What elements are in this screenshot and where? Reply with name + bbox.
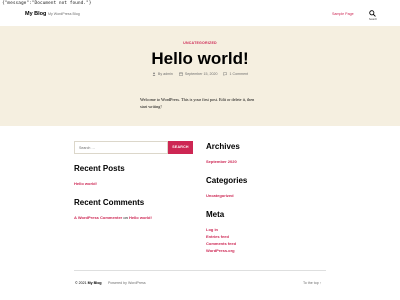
powered-by-link[interactable]: Powered by WordPress	[108, 281, 146, 285]
meta-link-wordpress-org[interactable]: WordPress.org	[206, 248, 235, 253]
post-date[interactable]: September 15, 2020	[179, 72, 218, 76]
post-author-label: By admin	[157, 72, 173, 76]
post-meta: By admin September 15, 2020 1 Comment	[0, 72, 400, 76]
footer-copyright: © 2021 My Blog	[75, 281, 102, 285]
footer-site-link[interactable]: My Blog	[88, 281, 102, 285]
comment-icon	[223, 72, 228, 76]
copyright-text: © 2021	[75, 281, 87, 285]
meta-link-entries-feed[interactable]: Entries feed	[206, 234, 229, 239]
search-button[interactable]: SEARCH	[168, 141, 193, 154]
categories-title: Categories	[206, 176, 248, 185]
post-date-label: September 15, 2020	[184, 72, 218, 76]
to-the-top-link[interactable]: To the top ↑	[303, 281, 322, 285]
post-comments-label: 1 Comment	[229, 72, 249, 76]
search-toggle-button[interactable]: Search	[366, 9, 380, 23]
post-header: UNCATEGORIZED Hello world! By admin Sept…	[0, 26, 400, 126]
site-header: My Blog My WordPress Blog Sample Page Se…	[0, 6, 400, 26]
post-comments[interactable]: 1 Comment	[223, 72, 248, 76]
footer-divider	[74, 270, 326, 271]
comment-post-link[interactable]: Hello world!	[129, 215, 152, 220]
archive-link[interactable]: September 2020	[206, 159, 237, 164]
category-link[interactable]: Uncategorized	[206, 193, 234, 198]
post-author[interactable]: By admin	[152, 72, 173, 76]
meta-link-comments-feed[interactable]: Comments feed	[206, 241, 236, 246]
menu-item-sample-page[interactable]: Sample Page	[332, 12, 354, 16]
post-category-link[interactable]: UNCATEGORIZED	[0, 41, 400, 45]
recent-comments-title: Recent Comments	[74, 198, 145, 207]
meta-widget-title: Meta	[206, 210, 225, 219]
recent-post-link[interactable]: Hello world!	[74, 181, 97, 186]
comment-on-text: on	[123, 215, 128, 220]
archives-title: Archives	[206, 142, 240, 151]
post-content: Welcome to WordPress. This is your first…	[140, 97, 255, 109]
recent-comment-item: A WordPress Commenter on Hello world!	[74, 215, 152, 220]
site-tagline: My WordPress Blog	[48, 12, 80, 16]
search-toggle-label: Search	[368, 18, 378, 21]
recent-posts-title: Recent Posts	[74, 164, 125, 173]
site-title[interactable]: My Blog	[25, 11, 46, 17]
comment-author-link[interactable]: A WordPress Commenter	[74, 215, 122, 220]
meta-link-login[interactable]: Log in	[206, 227, 218, 232]
search-icon	[369, 10, 376, 17]
user-icon	[152, 72, 156, 76]
post-title[interactable]: Hello world!	[0, 49, 400, 69]
search-input[interactable]: Search …	[74, 141, 168, 154]
calendar-icon	[179, 72, 183, 76]
